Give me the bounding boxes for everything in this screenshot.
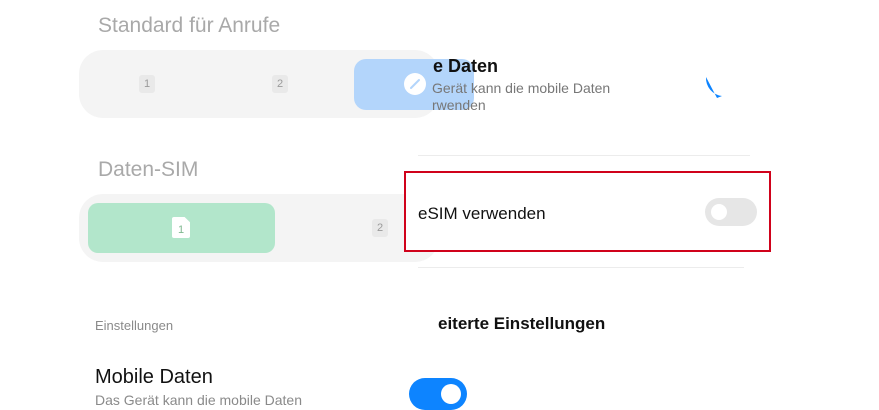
- loading-spinner-icon: [700, 74, 730, 104]
- data-sim2-option[interactable]: 2: [372, 219, 388, 237]
- settings-header: Einstellungen: [95, 318, 174, 333]
- mobile-data-title: Mobile Daten: [95, 366, 213, 388]
- pencil-icon: [404, 73, 426, 95]
- popup-mobile-data-desc: Gerät kann die mobile Daten rwenden: [432, 80, 610, 114]
- toggle-knob: [711, 204, 727, 220]
- divider: [418, 267, 744, 268]
- popup-mobile-data-title: e Daten: [433, 56, 499, 76]
- popup-desc-line2: rwenden: [432, 97, 486, 113]
- mobile-data-toggle[interactable]: [409, 378, 467, 410]
- mobile-data-desc: Das Gerät kann die mobile Daten: [95, 392, 302, 408]
- esim-highlight-box: eSIM verwenden: [404, 171, 771, 252]
- esim-toggle[interactable]: [705, 198, 757, 226]
- data-sim-section-title: Daten-SIM: [98, 158, 199, 181]
- toggle-knob: [441, 384, 461, 404]
- call-sim1-option[interactable]: 1: [139, 75, 155, 93]
- divider: [418, 155, 750, 156]
- popup-desc-line1: Gerät kann die mobile Daten: [432, 80, 611, 96]
- data-sim1-option-selected[interactable]: 1: [88, 203, 275, 253]
- sim-card-icon: 1: [172, 217, 190, 238]
- calls-section-title: Standard für Anrufe: [98, 14, 281, 37]
- advanced-settings-item[interactable]: eiterte Einstellungen: [438, 314, 605, 334]
- call-sim2-option[interactable]: 2: [272, 75, 288, 93]
- esim-label: eSIM verwenden: [418, 204, 546, 223]
